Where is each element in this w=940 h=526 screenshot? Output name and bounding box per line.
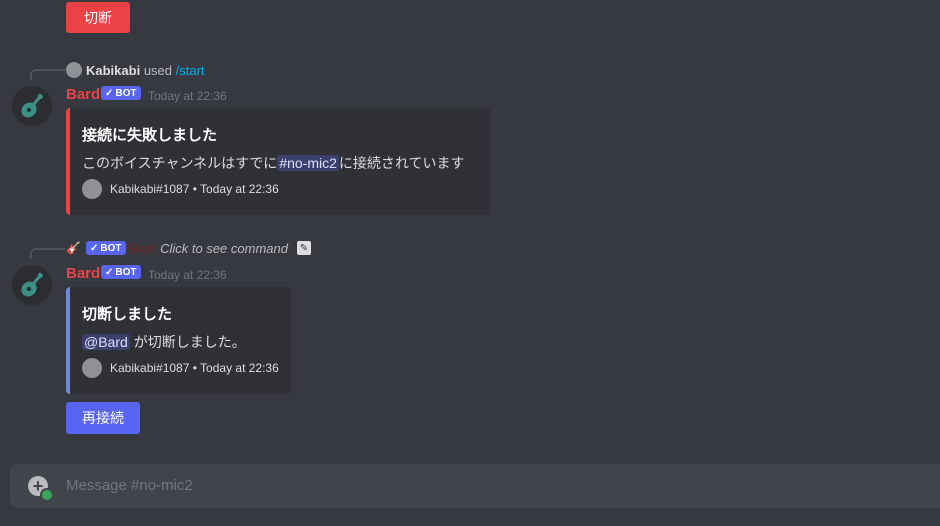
embed-color-bar [66, 287, 70, 394]
reply-context[interactable]: Bard Click to see command [129, 241, 288, 256]
avatar[interactable] [12, 265, 52, 305]
hash-icon: # [279, 155, 288, 171]
timestamp[interactable]: Today at 22:36 [148, 268, 227, 282]
channel-name: no-mic2 [287, 155, 337, 171]
bot-tag-label: BOT [115, 266, 137, 278]
bot-tag-label: BOT [115, 87, 137, 99]
footer-avatar [82, 358, 102, 378]
reply-author-faded[interactable]: Bard [129, 241, 156, 256]
embed-desc-after: が切断しました。 [133, 334, 246, 350]
reply-guitar-icon: 🎸 [66, 241, 81, 255]
status-dot [40, 488, 54, 502]
reply-hint[interactable]: Click to see command [160, 241, 288, 256]
reply-connector [30, 69, 65, 80]
embed-color-bar [66, 108, 70, 215]
user-mention[interactable]: @Bard [82, 334, 130, 350]
embed-title: 接続に失敗しました [82, 127, 218, 144]
author-name[interactable]: Bard [66, 86, 100, 103]
reply-bot-tag: ✓ BOT [86, 241, 126, 255]
author-name[interactable]: Bard [66, 265, 100, 282]
disconnect-button[interactable]: 切断 [66, 2, 130, 33]
reply-username[interactable]: Kabikabi [86, 63, 140, 78]
reply-bot-tag-label: BOT [100, 242, 122, 254]
reply-connector [30, 248, 65, 259]
embed-description: このボイスチャンネルはすでに #no-mic2 に接続されています [82, 153, 465, 173]
embed-description: @Bard が切断しました。 [82, 332, 246, 352]
avatar[interactable] [12, 86, 52, 126]
embed-footer: Kabikabi#1087 • Today at 22:36 [110, 361, 279, 375]
embed: 切断しました @Bard が切断しました。 Kabikabi#1087 • To… [66, 287, 291, 394]
timestamp[interactable]: Today at 22:36 [148, 89, 227, 103]
guitar-icon [21, 272, 44, 297]
guitar-icon [21, 93, 44, 118]
reconnect-button[interactable]: 再接続 [66, 402, 140, 434]
channel-mention[interactable]: #no-mic2 [277, 155, 339, 171]
reply-command[interactable]: /start [176, 63, 205, 78]
message-composer[interactable]: + Message #no-mic2 [10, 464, 940, 508]
footer-avatar [82, 179, 102, 199]
reconnect-button-label: 再接続 [82, 410, 124, 426]
embed-title: 切断しました [82, 306, 173, 323]
embed-footer: Kabikabi#1087 • Today at 22:36 [110, 182, 279, 196]
embed-desc-after: に接続されています [338, 155, 465, 171]
image-icon[interactable]: ✎ [297, 241, 311, 255]
check-icon: ✓ [105, 87, 114, 99]
bot-tag: ✓ BOT [101, 265, 141, 279]
check-icon: ✓ [105, 266, 114, 278]
reply-verb: used [143, 63, 173, 78]
bot-tag: ✓ BOT [101, 86, 141, 100]
disconnect-button-label: 切断 [84, 9, 112, 26]
message-input-placeholder[interactable]: Message #no-mic2 [66, 477, 193, 494]
embed-desc-before: このボイスチャンネルはすでに [82, 155, 278, 171]
embed: 接続に失敗しました このボイスチャンネルはすでに #no-mic2 に接続されて… [66, 108, 490, 215]
check-icon: ✓ [90, 242, 99, 254]
reply-context[interactable]: Kabikabi used /start [86, 63, 205, 78]
reply-avatar[interactable] [66, 62, 82, 78]
